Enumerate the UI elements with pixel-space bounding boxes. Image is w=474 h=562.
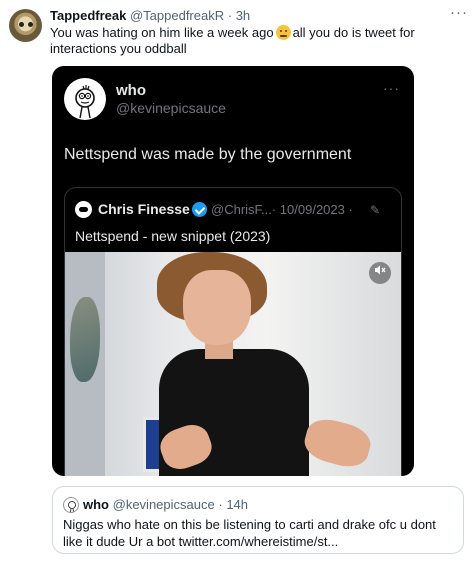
more-options-icon[interactable]: ··· [450, 4, 468, 21]
avatar-eye [28, 22, 33, 27]
quoted-tweet: Chris Finesse @ChrisF...· 10/09/2023 · ✎… [64, 187, 402, 476]
user-avatar[interactable] [9, 9, 42, 42]
avatar-eye [19, 22, 24, 27]
embedded-tweet-text: Nettspend was made by the government [64, 146, 352, 163]
user-handle[interactable]: @TappedfreakR [130, 8, 224, 23]
quoted-user-avatar [63, 497, 79, 513]
timestamp[interactable]: 3h [236, 8, 250, 23]
tweet-text-part1: You was hating on him like a week ago [50, 25, 274, 40]
wimpy-kid-avatar [64, 78, 106, 120]
tweet-header: Tappedfreak @TappedfreakR · 3h [50, 8, 250, 24]
person-face [183, 270, 251, 345]
cartoon-face-icon [75, 85, 95, 119]
embedded-handle: @kevinepicsauce [116, 100, 226, 116]
bottom-quoted-tweet[interactable]: who @kevinepicsauce · 14h Niggas who hat… [52, 486, 464, 554]
embedded-tweet-screenshot[interactable]: who @kevinepicsauce ··· Nettspend was ma… [52, 66, 414, 476]
bottom-quote-text: Niggas who hate on this be listening to … [63, 517, 436, 549]
thinking-face-icon [275, 25, 291, 40]
display-name[interactable]: Tappedfreak [50, 8, 126, 23]
bottom-quote-handle: @kevinepicsauce [112, 497, 215, 512]
edited-pencil-icon: ✎ [370, 203, 381, 217]
quoted-tweet-text: Nettspend - new snippet (2023) [75, 228, 271, 244]
video-thumbnail [65, 252, 401, 476]
bottom-quote-header: who @kevinepicsauce · 14h [83, 497, 248, 512]
verified-badge-icon [192, 202, 207, 217]
quoted-avatar [75, 201, 92, 218]
tweet-text: You was hating on him like a week ago all… [50, 25, 450, 57]
separator: · [218, 497, 223, 512]
quoted-meta: @ChrisF...· 10/09/2023 · [211, 202, 353, 217]
embedded-more-icon: ··· [383, 80, 400, 96]
quoted-display-name: Chris Finesse [98, 201, 190, 217]
cartoon-face-icon [68, 501, 76, 512]
bottom-quote-display-name: who [83, 497, 109, 512]
wall-decoration [70, 297, 100, 382]
person-right-hand [300, 414, 375, 472]
tweet: Tappedfreak @TappedfreakR · 3h ··· You w… [0, 0, 474, 562]
separator: · [227, 8, 233, 23]
bottom-quote-time: 14h [226, 497, 249, 512]
speaker-muted-icon [375, 265, 386, 275]
mute-icon [369, 262, 391, 284]
embedded-display-name: who [116, 82, 146, 99]
